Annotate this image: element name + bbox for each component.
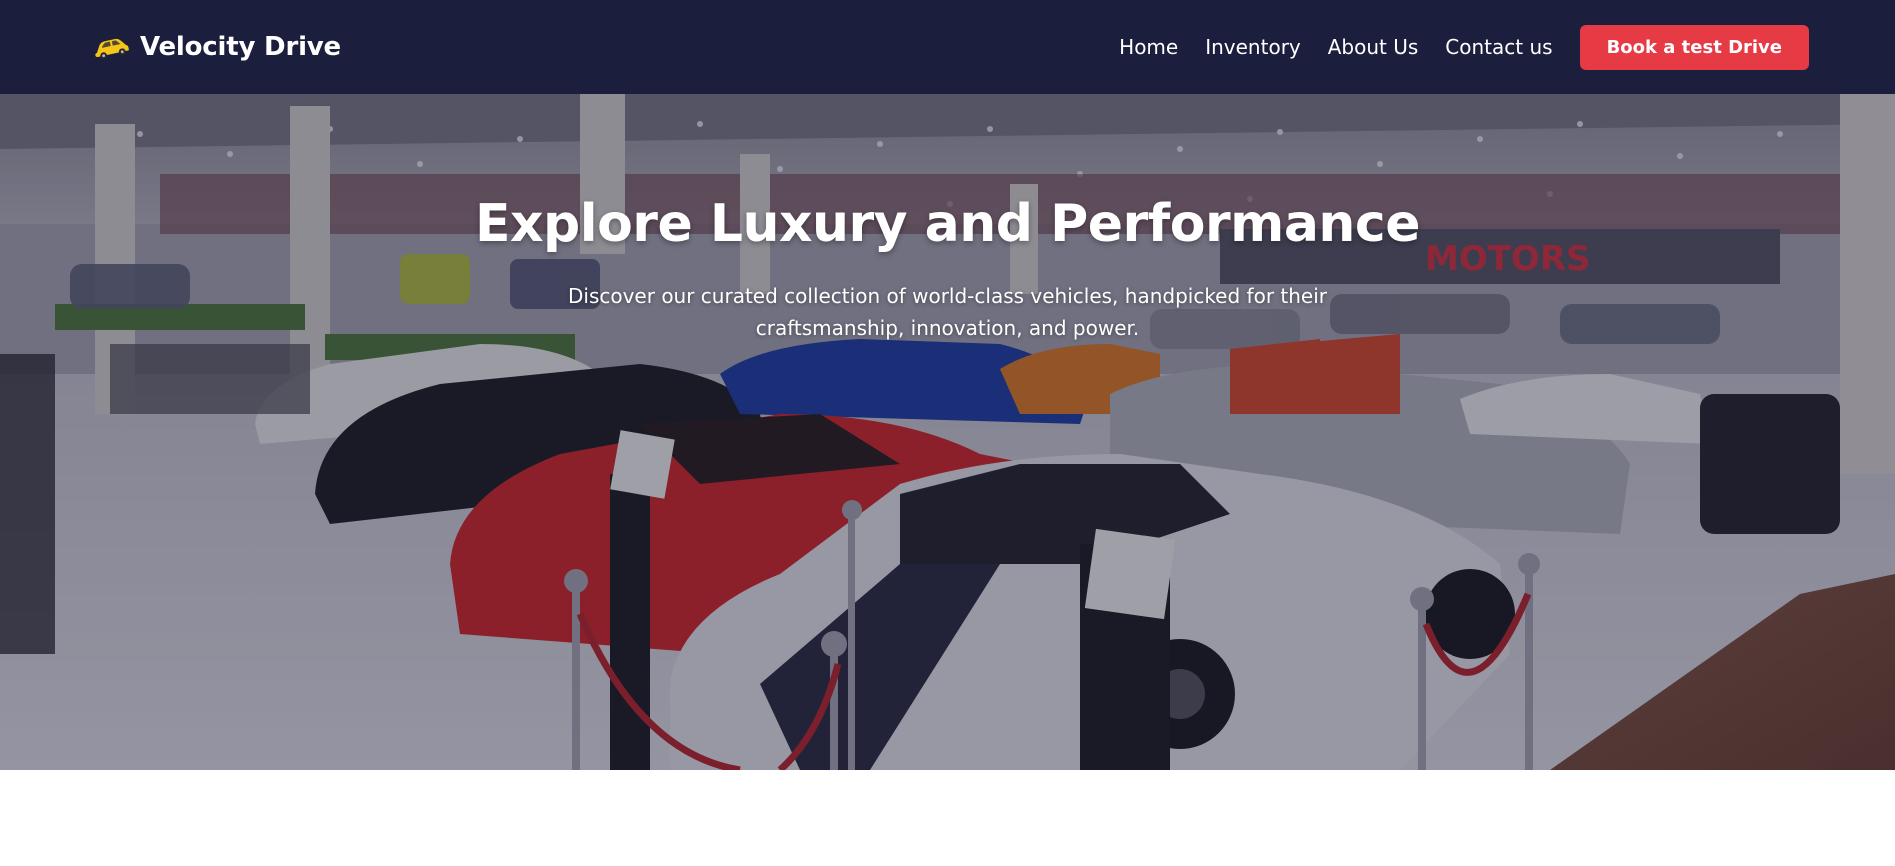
main-nav: Home Inventory About Us Contact us Book … <box>1119 24 1809 70</box>
book-test-drive-button[interactable]: Book a test Drive <box>1579 24 1809 70</box>
nav-link-contact-us[interactable]: Contact us <box>1445 35 1552 59</box>
brand-name: Velocity Drive <box>140 32 341 62</box>
nav-link-home[interactable]: Home <box>1119 35 1178 59</box>
brand-logo-link[interactable]: Velocity Drive <box>92 32 341 62</box>
nav-link-about-us[interactable]: About Us <box>1328 35 1419 59</box>
hero-subtitle: Discover our curated collection of world… <box>567 284 1327 340</box>
page-body-below-hero <box>0 770 1895 866</box>
nav-link-inventory[interactable]: Inventory <box>1205 35 1301 59</box>
hero-content: Explore Luxury and Performance Discover … <box>0 194 1895 344</box>
car-icon <box>95 38 129 60</box>
hero-title: Explore Luxury and Performance <box>474 194 1421 254</box>
site-header: Velocity Drive Home Inventory About Us C… <box>0 0 1895 94</box>
hero-section: MOTORS Explore Luxury and Performance Di… <box>0 94 1895 770</box>
